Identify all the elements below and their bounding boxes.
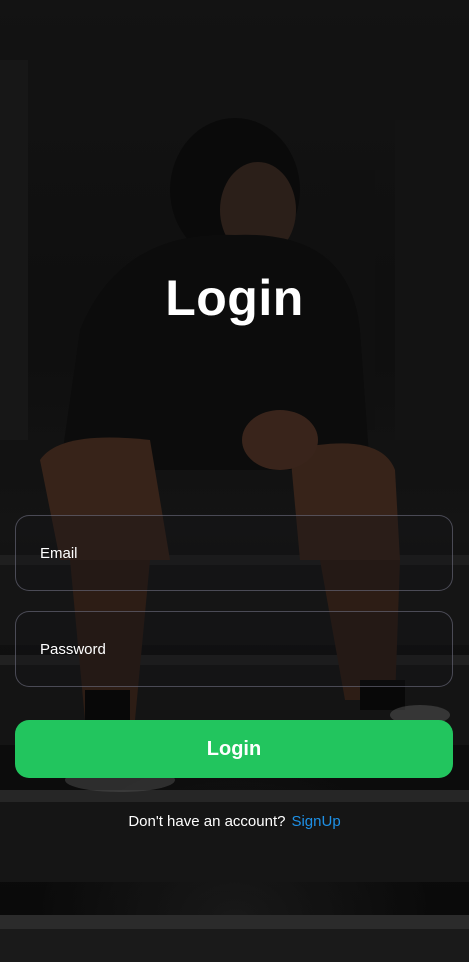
signup-prompt-text: Don't have an account? xyxy=(128,813,286,830)
email-input[interactable] xyxy=(38,543,452,563)
password-input[interactable] xyxy=(38,639,452,659)
login-screen: Login Login Don't have an account? SignUp xyxy=(0,0,469,962)
email-field[interactable] xyxy=(15,515,453,591)
login-button[interactable]: Login xyxy=(15,720,453,778)
signup-link[interactable]: SignUp xyxy=(291,813,340,830)
page-title: Login xyxy=(165,270,304,326)
signup-prompt-row: Don't have an account? SignUp xyxy=(0,812,469,832)
password-field[interactable] xyxy=(15,611,453,687)
